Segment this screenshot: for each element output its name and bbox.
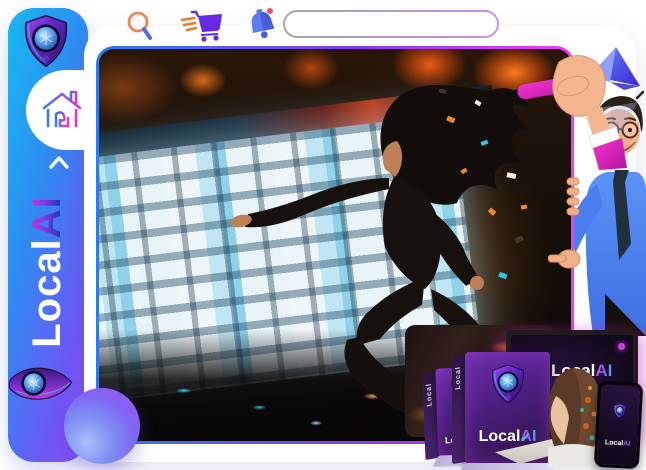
box-side-label: Local (426, 382, 434, 407)
localai-eye-logo (6, 354, 76, 414)
phone-text-accent: AI (623, 441, 630, 448)
check-mark: ✓ (520, 430, 531, 446)
localai-shield-logo (487, 363, 529, 405)
search-input[interactable] (285, 12, 498, 37)
localai-shield-logo (611, 402, 628, 419)
box-base (459, 463, 554, 470)
localai-shield-logo[interactable] (18, 12, 74, 70)
product-bundle: LocalAI Local LocalAI Local LocalAI ✓ (400, 320, 646, 470)
phone-brand-text: LocalAI (598, 439, 637, 448)
decor-gradient-sphere (64, 388, 140, 464)
brand-title-accent: AI (25, 196, 69, 238)
sidebar-brand-title: LocalAI (24, 162, 70, 382)
home-icon[interactable] (40, 86, 84, 132)
notification-bell-icon[interactable] (246, 7, 278, 41)
bundle-phone: LocalAI (594, 381, 643, 469)
search-field-wrap (283, 10, 499, 38)
express-cart-icon[interactable] (180, 10, 228, 42)
brand-title-primary: Local (25, 238, 69, 347)
search-icon[interactable] (123, 9, 157, 43)
box-text-primary: Local (479, 428, 521, 445)
grip-fingers (566, 176, 580, 218)
box-side-label: Local (455, 366, 462, 390)
hand-with-stylus (515, 48, 627, 170)
monitor-accent-dot (618, 343, 625, 350)
pointing-hand (548, 245, 582, 273)
localai-promo-page: LocalAI (0, 0, 646, 470)
phone-text-primary: Local (605, 440, 624, 448)
